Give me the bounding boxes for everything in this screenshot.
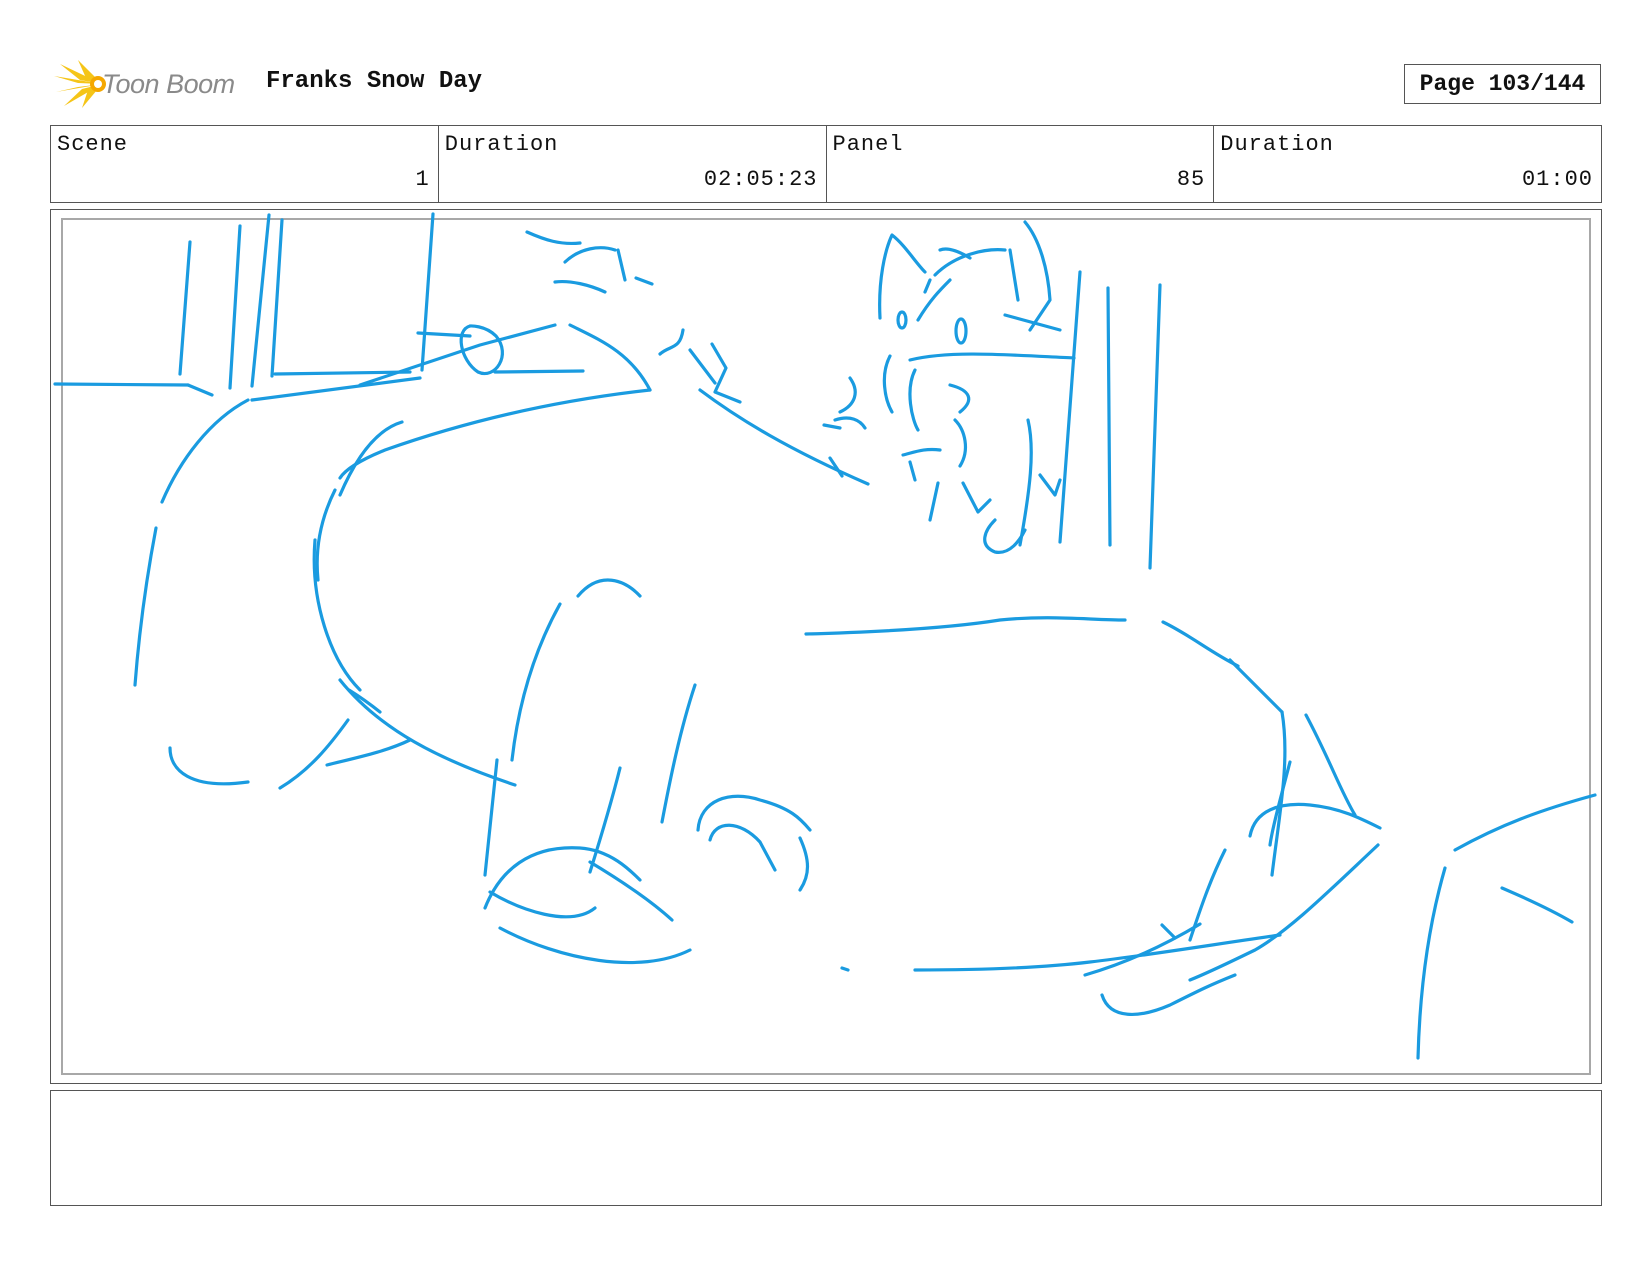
- panel-duration-label: Duration: [1220, 132, 1334, 157]
- scene-duration-cell: Duration 02:05:23: [439, 126, 827, 202]
- document-title: Franks Snow Day: [266, 68, 483, 95]
- scene-duration-value: 02:05:23: [703, 167, 818, 192]
- panel-notes-box: [50, 1090, 1602, 1206]
- scene-label: Scene: [57, 132, 129, 157]
- scene-value: 1: [415, 167, 430, 192]
- sunburst-icon: [54, 60, 106, 108]
- panel-safe-area: [61, 218, 1591, 1075]
- panel-cell: Panel 85: [827, 126, 1215, 202]
- panel-info-row: Scene 1 Duration 02:05:23 Panel 85 Durat…: [50, 125, 1602, 203]
- panel-value: 85: [1176, 167, 1206, 192]
- panel-label: Panel: [832, 132, 904, 157]
- page-indicator: Page 103/144: [1404, 64, 1601, 104]
- scene-duration-label: Duration: [444, 132, 559, 157]
- logo-text: Toon Boom: [102, 68, 235, 99]
- panel-duration-value: 01:00: [1521, 167, 1593, 192]
- scene-cell: Scene 1: [51, 126, 439, 202]
- toon-boom-logo: Toon Boom: [52, 58, 235, 110]
- panel-duration-cell: Duration 01:00: [1214, 126, 1601, 202]
